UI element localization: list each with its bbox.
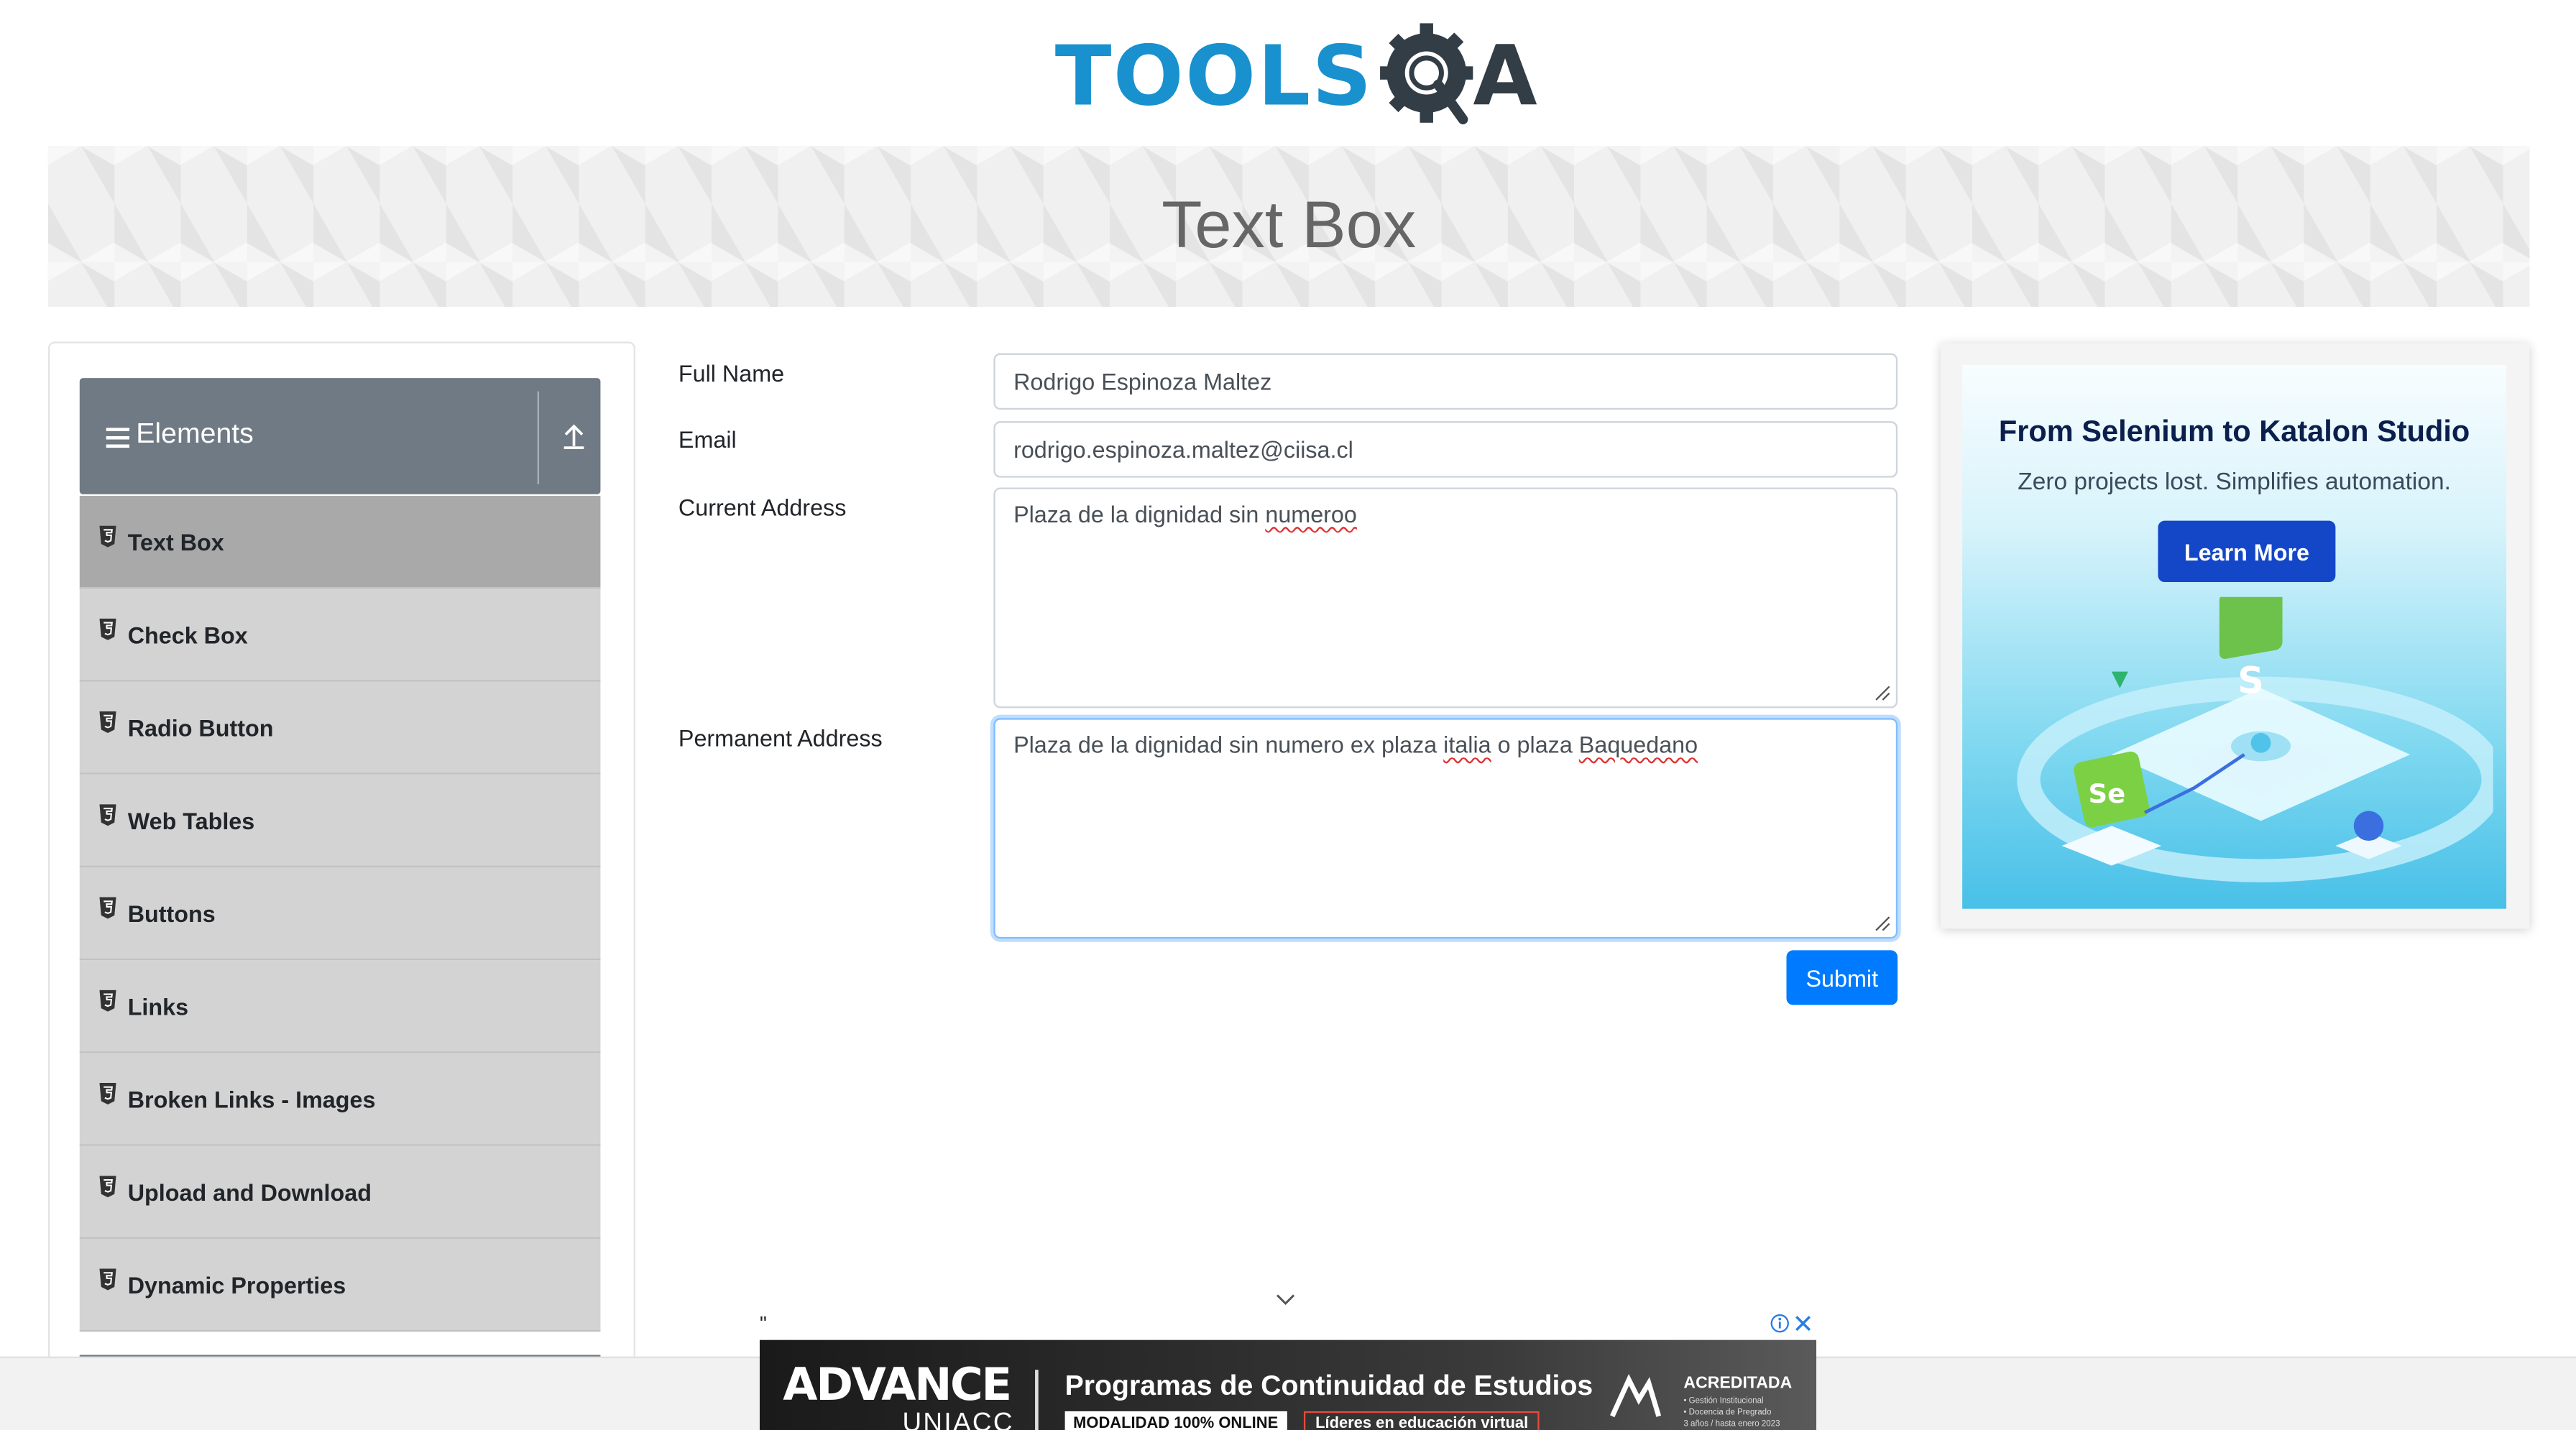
ad-accredited-lines: • Gestión Institucional • Docencia de Pr… [1683,1396,1780,1430]
ad-banner-right[interactable]: From Selenium to Katalon Studio Zero pro… [1941,343,2530,929]
permanent-address-text-2: o plaza [1491,731,1579,758]
html5-icon [99,525,116,548]
html5-icon [99,897,116,919]
group-header-divider [537,391,540,484]
sidebar-item-buttons[interactable]: Buttons [79,867,601,961]
ad-accredited: ACREDITADA [1683,1375,1793,1393]
gear-magnifier-icon [1376,23,1479,129]
logo-suffix: A [1473,28,1537,125]
ad-quote-mark: " [759,1311,767,1335]
ad-brand: ADVANCE [783,1360,1012,1411]
sidebar-item-label: Upload and Download [127,1178,372,1205]
ad-separator [1035,1370,1039,1430]
ad-headline: Programas de Continuidad de Estudios [1064,1370,1593,1402]
group-header-elements[interactable]: Elements [79,378,601,494]
current-address-textarea[interactable]: Plaza de la dignidad sin numeroo [993,487,1898,709]
sidebar-item-label: Dynamic Properties [127,1270,346,1298]
sidebar-item-label: Links [127,992,189,1020]
left-panel: Elements Text Box Check Box Radio Button… [47,341,635,1430]
html5-icon [99,1082,116,1104]
resize-grip-icon[interactable] [1874,685,1891,701]
misspelled-word: italia [1443,731,1491,758]
ad-chip-online: MODALIDAD 100% ONLINE [1064,1411,1287,1430]
accreditation-seal-icon [1610,1374,1662,1418]
permanent-address-text-1: Plaza de la dignidad sin numero ex plaza [1013,731,1444,758]
html5-icon [99,804,116,826]
ad-subtitle: Zero projects lost. Simplifies automatio… [2018,469,2451,497]
site-logo[interactable]: TOOLS A [1055,20,1537,133]
ad-accredited-line: • Gestión Institucional [1683,1396,1764,1407]
sidebar-item-upload-download[interactable]: Upload and Download [79,1145,601,1239]
sidebar-item-label: Check Box [127,621,248,648]
sidebar-item-text-box[interactable]: Text Box [79,496,601,589]
ad-banner-bottom[interactable]: ADVANCE UNIACC Programas de Continuidad … [759,1339,1817,1430]
ad-controls [1770,1314,1813,1334]
sidebar-item-links[interactable]: Links [79,960,601,1053]
sidebar-menu: Text Box Check Box Radio Button Web Tabl… [79,496,601,1332]
ad-accredited-line: 3 años / hasta enero 2023 [1683,1419,1780,1430]
learn-more-button[interactable]: Learn More [2158,520,2336,583]
ad-title: From Selenium to Katalon Studio [1998,414,2470,448]
html5-icon [99,711,116,734]
ad-brand-sub: UNIACC [902,1409,1014,1430]
sidebar-item-label: Buttons [127,899,216,926]
arrow-up-icon[interactable] [556,418,592,455]
sidebar-item-label: Text Box [127,528,224,555]
chevron-down-icon[interactable] [1274,1292,1297,1309]
misspelled-word: numeroo [1265,500,1357,527]
sidebar-item-label: Radio Button [127,714,274,741]
svg-text:Se: Se [2089,778,2126,809]
full-name-input[interactable] [993,353,1898,410]
close-icon[interactable] [1793,1314,1813,1334]
current-address-text: Plaza de la dignidad sin [1013,500,1266,527]
sidebar-item-dynamic-properties[interactable]: Dynamic Properties [79,1238,601,1332]
menu-icon [106,428,130,448]
html5-icon [99,1268,116,1291]
email-input[interactable] [993,421,1898,478]
permanent-address-textarea[interactable]: Plaza de la dignidad sin numero ex plaza… [993,718,1898,939]
html5-icon [99,990,116,1012]
full-name-label: Full Name [678,359,785,387]
ad-illustration: S Se [2017,596,2493,882]
submit-button[interactable]: Submit [1786,950,1898,1005]
misspelled-word: Baquedano [1578,731,1698,758]
group-title: Elements [136,418,254,450]
html5-icon [99,618,116,640]
permanent-address-label: Permanent Address [678,724,883,752]
ad-chip-leaders: Líderes en educación virtual [1303,1411,1540,1430]
ad-content: From Selenium to Katalon Studio Zero pro… [1962,364,2507,909]
sidebar-item-label: Web Tables [127,806,255,834]
logo-text: TOOLS [1054,28,1374,125]
sidebar-item-broken-links[interactable]: Broken Links - Images [79,1053,601,1146]
page-banner: Text Box [47,146,2530,307]
sidebar-item-web-tables[interactable]: Web Tables [79,774,601,867]
email-label: Email [678,426,737,453]
html5-icon [99,1176,116,1198]
page-title: Text Box [1162,189,1417,262]
svg-text:S: S [2237,660,2264,702]
sidebar-item-radio-button[interactable]: Radio Button [79,681,601,775]
sidebar-item-label: Broken Links - Images [127,1085,376,1112]
page: TOOLS A Text Box Elements Text Box Check… [0,0,2576,1430]
info-icon[interactable] [1770,1314,1790,1334]
ad-accredited-line: • Docencia de Pregrado [1683,1408,1772,1419]
current-address-label: Current Address [678,494,847,521]
sidebar-item-check-box[interactable]: Check Box [79,589,601,682]
resize-grip-icon[interactable] [1874,915,1891,932]
